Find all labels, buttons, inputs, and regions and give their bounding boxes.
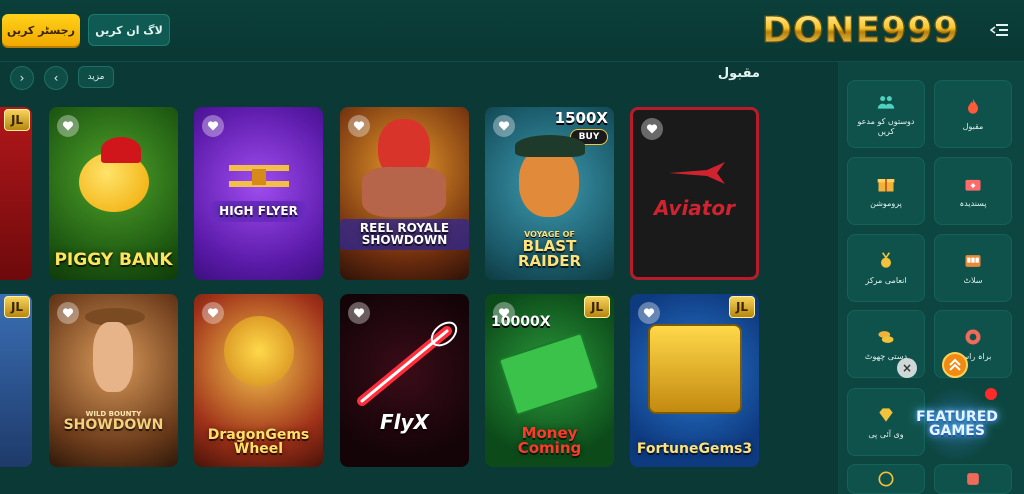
invite-friends-icon	[877, 95, 895, 109]
game-tile-money-coming[interactable]: JL 10000X Money Coming	[485, 294, 614, 467]
category-partial[interactable]	[847, 464, 925, 494]
favorite-heart-icon[interactable]	[493, 115, 515, 137]
favorite-heart-icon[interactable]	[638, 302, 660, 324]
category-slots[interactable]: سلاٹ	[934, 234, 1012, 302]
site-logo[interactable]: DONE999	[761, 10, 959, 52]
game-title: HIGH FLYER	[211, 201, 306, 222]
more-button[interactable]: مزید	[78, 66, 114, 88]
coins-icon	[878, 330, 894, 343]
category-vip[interactable]: وی آئی پی	[847, 388, 925, 456]
game-tile-piggy-bank[interactable]: PIGGY BANK	[49, 107, 178, 280]
game-tile-high-flyer[interactable]: HIGH FLYER	[194, 107, 323, 280]
pirate-hat-art	[515, 135, 585, 157]
santa-hat-art	[101, 137, 141, 163]
jl-badge: JL	[584, 296, 610, 318]
medal-icon	[881, 251, 891, 268]
rocket-streak-art	[357, 321, 458, 406]
scroll-left-button[interactable]: ‹	[44, 66, 68, 90]
login-button[interactable]: لاگ ان کریں	[88, 14, 170, 46]
category-label: پروموشن	[870, 198, 902, 208]
game-title: FlyX	[380, 410, 429, 434]
multiplier-label: 1500X	[554, 109, 608, 127]
game-tile-partial[interactable]: JL	[0, 107, 32, 280]
register-button[interactable]: رجسٹر کریں	[2, 14, 80, 46]
favorites-box-icon	[965, 179, 981, 191]
flame-icon	[968, 98, 978, 114]
otter-art	[519, 147, 579, 217]
gift-icon	[877, 178, 895, 191]
category-label: سلاٹ	[963, 275, 983, 285]
menu-toggle-icon[interactable]	[990, 22, 1008, 38]
game-tile-flyx[interactable]: FlyX	[340, 294, 469, 467]
target-icon	[878, 471, 894, 487]
game-tile-wild-bounty-showdown[interactable]: WILD BOUNTY SHOWDOWN	[49, 294, 178, 467]
diamond-icon	[879, 407, 893, 422]
multiplier-label: 10000X	[491, 314, 551, 330]
game-tile-partial[interactable]: JL	[0, 294, 32, 467]
close-featured-button[interactable]: ×	[897, 358, 917, 378]
scroll-to-top-button[interactable]	[942, 352, 968, 378]
category-label: پسندیدہ	[959, 198, 987, 208]
category-label: وی آئی پی	[868, 429, 904, 439]
game-title: PIGGY BANK	[54, 250, 173, 271]
top-header: رجسٹر کریں لاگ ان کریں DONE999	[0, 0, 1024, 62]
game-tile-reel-royale[interactable]: REEL ROYALE SHOWDOWN	[340, 107, 469, 280]
double-chevron-up-icon	[949, 358, 961, 371]
featured-games-widget[interactable]: FEATURED GAMES	[916, 388, 998, 460]
game-title: REEL ROYALE SHOWDOWN	[340, 218, 469, 250]
notification-dot	[985, 388, 997, 400]
dragon-head-art	[224, 316, 294, 386]
section-title: مقبول	[717, 66, 760, 81]
jl-badge: JL	[4, 296, 30, 318]
wrestler-body-art	[362, 167, 446, 217]
banknote-art	[497, 331, 601, 417]
favorite-heart-icon[interactable]	[57, 115, 79, 137]
roulette-icon	[965, 329, 981, 344]
category-rewards-center[interactable]: انعامی مرکز	[847, 234, 925, 302]
scroll-right-button[interactable]: ›	[10, 66, 34, 90]
favorite-heart-icon[interactable]	[348, 115, 370, 137]
favorite-heart-icon[interactable]	[641, 118, 663, 140]
favorite-heart-icon[interactable]	[57, 302, 79, 324]
favorite-heart-icon[interactable]	[202, 115, 224, 137]
jl-badge: JL	[4, 109, 30, 131]
chevron-left-icon: ‹	[53, 71, 59, 85]
game-tile-dragon-gems-wheel[interactable]: DragonGems Wheel	[194, 294, 323, 467]
category-promotion[interactable]: پروموشن	[847, 157, 925, 225]
game-title: DragonGems Wheel	[207, 426, 310, 458]
cowgirl-art	[93, 322, 133, 392]
game-title: BLAST RAIDER	[518, 236, 581, 271]
game-title: Money Coming	[517, 423, 582, 458]
category-popular[interactable]: مقبول	[934, 80, 1012, 148]
game-tile-blast-raider[interactable]: 1500X BUY VOYAGE OF BLAST RAIDER	[485, 107, 614, 280]
plane-art	[669, 162, 725, 184]
game-title: FortuneGems3	[636, 441, 753, 458]
game-title: Aviator	[654, 196, 735, 220]
dice-icon	[967, 473, 979, 485]
category-label: انعامی مرکز	[865, 275, 907, 285]
category-label: مقبول	[962, 121, 984, 131]
category-invite-friends[interactable]: دوستوں کو مدعو کریں	[847, 80, 925, 148]
slot-machine-icon	[965, 254, 981, 267]
category-partial[interactable]	[934, 464, 1012, 494]
game-title: SHOWDOWN	[63, 417, 164, 434]
jl-badge: JL	[729, 296, 755, 318]
category-favorites[interactable]: پسندیدہ	[934, 157, 1012, 225]
golden-idol-art	[648, 324, 742, 414]
game-tile-fortune-gems-3[interactable]: JL FortuneGems3	[630, 294, 759, 467]
category-label: دوستوں کو مدعو کریں	[857, 116, 915, 136]
chevron-right-icon: ›	[19, 71, 25, 85]
biplane-art	[229, 165, 289, 187]
favorite-heart-icon[interactable]	[202, 302, 224, 324]
game-tile-aviator[interactable]: Aviator	[630, 107, 759, 280]
